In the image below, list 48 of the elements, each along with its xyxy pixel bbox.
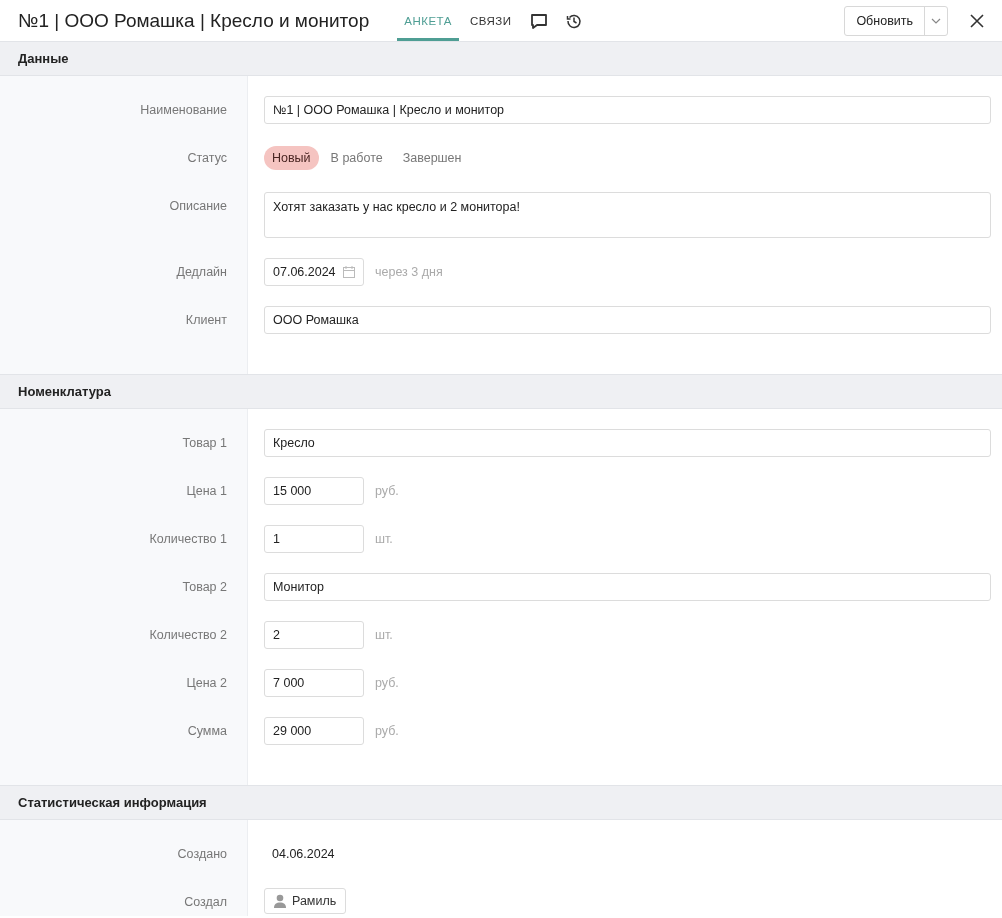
input-field[interactable]: ООО Ромашка — [264, 306, 991, 334]
unit-label: руб. — [375, 483, 399, 498]
field-label: Сумма — [187, 723, 227, 738]
field-label: Описание — [169, 198, 227, 213]
input-field[interactable]: №1 | ООО Ромашка | Кресло и монитор — [264, 96, 991, 124]
status-option[interactable]: Завершен — [394, 146, 470, 170]
input-field[interactable]: 7 000 — [264, 669, 364, 697]
record-title: №1 | ООО Ромашка | Кресло и монитор — [18, 9, 370, 32]
unit-label: шт. — [375, 531, 393, 546]
field-label: Статус — [187, 150, 227, 165]
status-option[interactable]: В работе — [322, 146, 391, 170]
date-text: 04.06.2024 — [271, 846, 336, 861]
input-field[interactable]: Кресло — [264, 429, 991, 457]
section-header: Номенклатура — [0, 375, 1002, 409]
input-field[interactable]: Монитор — [264, 573, 991, 601]
input-field[interactable]: 1 — [264, 525, 364, 553]
input-field[interactable]: 2 — [264, 621, 364, 649]
field-label: Цена 1 — [186, 483, 227, 498]
section-header: Данные — [0, 42, 1002, 76]
field-label: Наименование — [140, 102, 227, 117]
field-label: Дедлайн — [176, 264, 227, 279]
tab[interactable]: СВЯЗИ — [462, 0, 519, 41]
field-label: Создано — [177, 846, 227, 861]
unit-label: руб. — [375, 723, 399, 738]
field-label: Количество 1 — [149, 531, 227, 546]
field-label: Количество 2 — [149, 627, 227, 642]
date-field[interactable]: 07.06.2024 — [264, 258, 364, 286]
field-label: Создал — [184, 894, 227, 909]
input-field[interactable]: 29 000 — [264, 717, 364, 745]
user-chip[interactable]: Рамиль — [264, 888, 347, 914]
status-option[interactable]: Новый — [264, 146, 319, 170]
clock-icon — [565, 12, 582, 29]
person-icon — [274, 894, 286, 908]
field-label: Цена 2 — [186, 675, 227, 690]
chevron-down-icon — [931, 17, 941, 24]
field-label: Товар 1 — [182, 435, 227, 450]
section-header: Статистическая информация — [0, 786, 1002, 820]
close-icon — [970, 13, 984, 28]
field-label: Товар 2 — [182, 579, 227, 594]
input-field[interactable]: 15 000 — [264, 477, 364, 505]
text-area[interactable]: Хотят заказать у нас кресло и 2 монитора! — [264, 192, 991, 238]
date-value: 07.06.2024 — [273, 265, 336, 279]
calendar-icon — [343, 266, 355, 278]
relative-date: через 3 дня — [375, 264, 443, 279]
unit-label: руб. — [375, 675, 399, 690]
speech-bubble-icon — [529, 12, 548, 29]
field-label: Клиент — [185, 312, 227, 327]
unit-label: шт. — [375, 627, 393, 642]
